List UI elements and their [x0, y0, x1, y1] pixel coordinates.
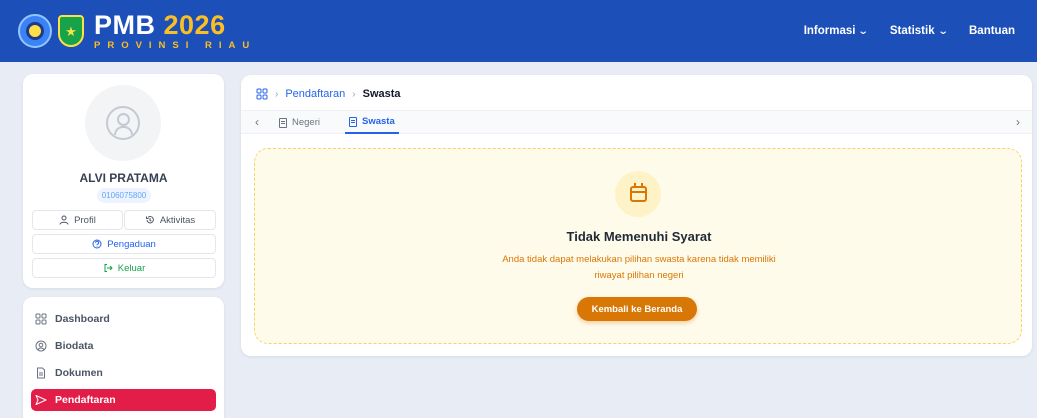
logout-icon [104, 264, 113, 272]
back-to-home-button[interactable]: Kembali ke Beranda [577, 297, 697, 321]
sidebar-item-biodata[interactable]: Biodata [31, 335, 216, 357]
user-icon [106, 106, 140, 140]
sidebar-item-pendaftaran[interactable]: Pendaftaran [31, 389, 216, 411]
notice-title: Tidak Memenuhi Syarat [566, 229, 712, 244]
profil-button[interactable]: Profil [32, 210, 123, 230]
main-nav: Informasi ⌄ Statistik ⌄ Bantuan [804, 0, 1015, 62]
brand-name: PMB [94, 9, 156, 40]
document-icon [279, 117, 287, 128]
calendar-icon [629, 183, 647, 202]
top-navbar: ★ PMB 2026 PROVINSI RIAU Informasi ⌄ Stat… [0, 0, 1037, 62]
document-icon [349, 116, 357, 127]
notice-message: Anda tidak dapat melakukan pilihan swast… [502, 254, 776, 281]
breadcrumb: › Pendaftaran › Swasta [256, 88, 401, 100]
sidebar-item-dokumen[interactable]: Dokumen [31, 362, 216, 384]
history-icon [145, 216, 154, 224]
avatar [85, 85, 161, 161]
keluar-button[interactable]: Keluar [32, 258, 216, 278]
user-name: ALVI PRATAMA [79, 171, 168, 185]
grid-icon [35, 313, 47, 325]
brand-year: 2026 [163, 9, 226, 40]
document-icon [37, 367, 45, 379]
nav-informasi[interactable]: Informasi ⌄ [804, 25, 870, 37]
breadcrumb-current: Swasta [362, 88, 401, 100]
tab-negeri[interactable]: Negeri [279, 111, 320, 134]
sidebar-item-dashboard[interactable]: Dashboard [31, 308, 216, 330]
tab-swasta[interactable]: Swasta [345, 111, 399, 134]
nav-bantuan[interactable]: Bantuan [969, 25, 1015, 37]
send-icon [35, 395, 47, 405]
ineligible-notice: Tidak Memenuhi Syarat Anda tidak dapat m… [254, 148, 1022, 344]
calendar-icon-badge [615, 171, 661, 217]
aktivitas-button[interactable]: Aktivitas [124, 210, 216, 230]
help-circle-icon [92, 239, 102, 249]
chevron-right-icon: › [352, 88, 356, 100]
user-icon [59, 215, 69, 225]
user-circle-icon [35, 340, 47, 352]
grid-home-icon[interactable] [256, 88, 268, 100]
pengaduan-button[interactable]: Pengaduan [32, 234, 216, 254]
user-id-badge: 0106075800 [97, 188, 151, 203]
chevron-down-icon: ⌄ [858, 25, 870, 37]
chevron-left-icon[interactable]: ‹ [255, 115, 259, 129]
main-content-card: › Pendaftaran › Swasta ‹ Negeri Swasta ›… [241, 75, 1032, 356]
tab-bar: ‹ Negeri Swasta › [241, 110, 1032, 134]
brand-subtitle: PROVINSI RIAU [94, 39, 257, 51]
brand-title: PMB 2026 [94, 9, 256, 40]
tut-wuri-handayani-logo-icon [18, 14, 52, 48]
chevron-down-icon: ⌄ [937, 25, 949, 37]
breadcrumb-pendaftaran-link[interactable]: Pendaftaran [285, 88, 345, 100]
profile-card: ALVI PRATAMA 0106075800 Profil Aktivitas… [23, 74, 224, 288]
chevron-right-icon[interactable]: › [1016, 115, 1020, 129]
brand-logo[interactable]: ★ PMB 2026 PROVINSI RIAU [18, 9, 257, 51]
sidebar-menu: Dashboard Biodata Dokumen Pendaftaran [23, 297, 224, 418]
chevron-right-icon: › [275, 88, 279, 100]
nav-statistik[interactable]: Statistik ⌄ [890, 25, 949, 37]
riau-emblem-icon: ★ [58, 15, 84, 47]
